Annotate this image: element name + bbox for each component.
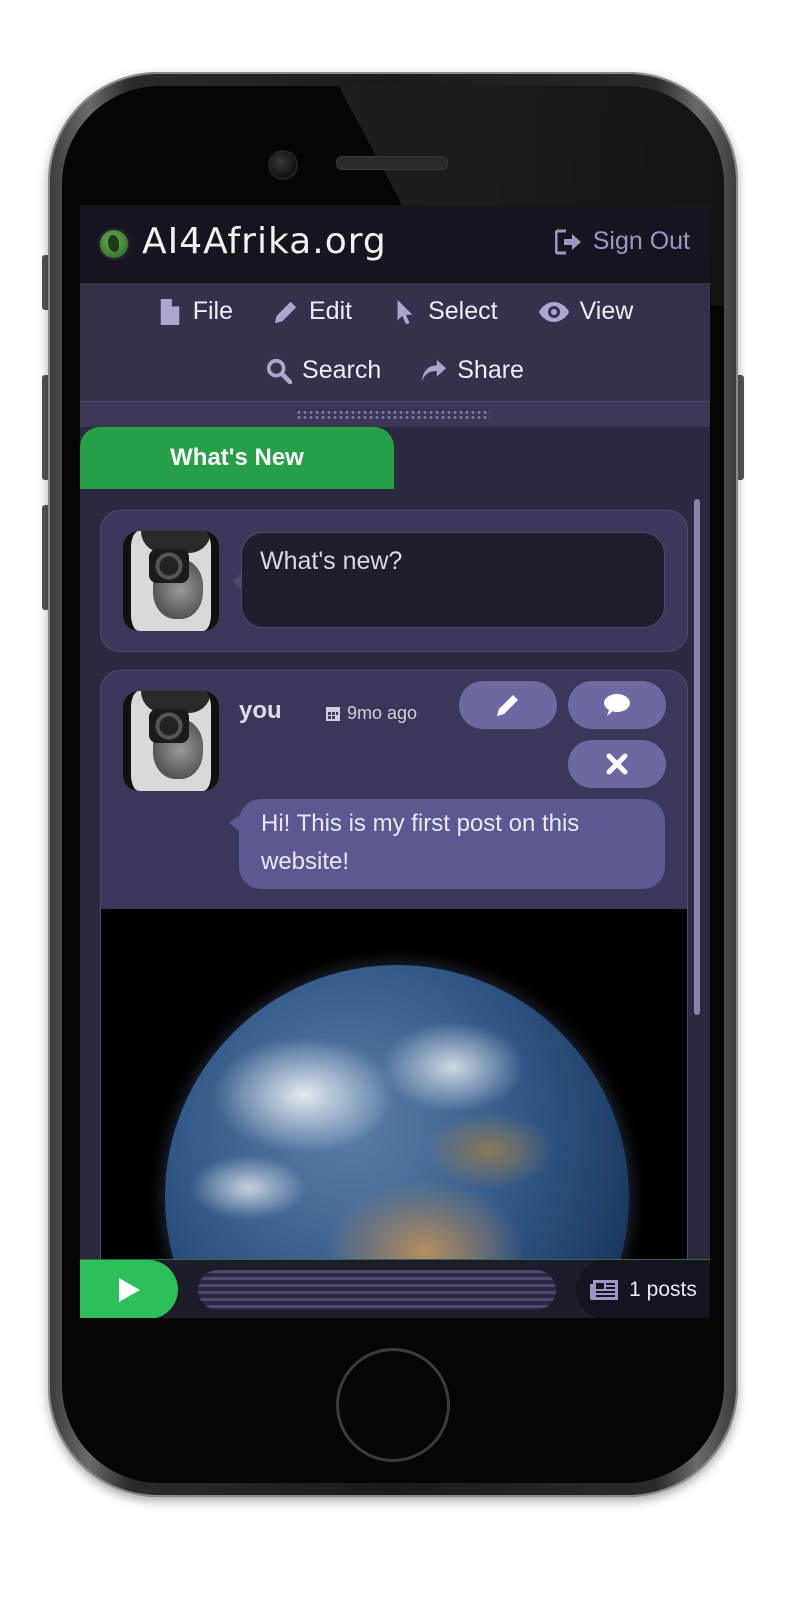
menu-row-1: File Edit Select View: [80, 297, 710, 326]
playback-progress[interactable]: [198, 1270, 556, 1310]
camera-lens-icon: [149, 549, 189, 583]
brand-title: AI4Afrika.org: [142, 221, 387, 262]
menu-select-label: Select: [428, 297, 498, 325]
post-author[interactable]: you: [239, 697, 282, 725]
globe-logo-icon: [98, 228, 130, 260]
avatar: [123, 531, 219, 631]
feed[interactable]: What's new? you 9mo ago Hi! This is my f…: [80, 489, 710, 1259]
earpiece-speaker: [336, 156, 448, 170]
menu-file-label: File: [192, 297, 233, 325]
close-icon: [606, 753, 628, 775]
newspaper-icon: [590, 1279, 619, 1300]
camera-lens-icon: [149, 709, 189, 743]
menu-select[interactable]: Select: [392, 297, 498, 326]
top-bar: AI4Afrika.org Sign Out: [80, 205, 710, 283]
post-avatar: [123, 691, 219, 791]
posts-count-badge[interactable]: 1 posts: [576, 1260, 710, 1318]
menu-bar: File Edit Select View Search Share: [80, 283, 710, 401]
home-button[interactable]: [336, 1348, 450, 1462]
menu-search[interactable]: Search: [266, 356, 381, 385]
pencil-icon: [274, 301, 297, 323]
comment-icon: [604, 694, 630, 716]
edit-post-button[interactable]: [459, 681, 557, 729]
tab-whats-new[interactable]: What's New: [80, 427, 394, 489]
post-card: you 9mo ago Hi! This is my first post on…: [100, 670, 688, 1259]
menu-share-label: Share: [457, 356, 524, 384]
eye-icon: [538, 301, 569, 322]
composer-input[interactable]: What's new?: [232, 532, 665, 628]
search-icon: [266, 358, 293, 384]
play-button[interactable]: [80, 1260, 178, 1318]
menu-edit-label: Edit: [308, 297, 353, 325]
feed-scrollbar[interactable]: [694, 499, 700, 1015]
delete-post-button[interactable]: [568, 740, 666, 788]
tab-bar: What's New: [80, 427, 710, 491]
menu-row-2: Search Share: [80, 356, 710, 385]
menu-search-label: Search: [302, 356, 382, 384]
menu-share[interactable]: Share: [421, 356, 524, 385]
post-timestamp: 9mo ago: [325, 703, 417, 724]
pencil-icon: [497, 695, 518, 716]
posts-count-label: 1 posts: [629, 1277, 697, 1301]
bottom-bar: 1 posts: [80, 1259, 710, 1318]
share-icon: [422, 359, 447, 381]
resize-handle[interactable]: [80, 401, 710, 429]
front-camera: [268, 150, 298, 180]
tab-whats-new-label: What's New: [170, 444, 304, 471]
earth-image: [165, 965, 629, 1259]
sign-out-icon: [554, 229, 581, 254]
grip-dots-icon: [296, 410, 490, 420]
menu-file[interactable]: File: [157, 297, 233, 326]
sign-out-label: Sign Out: [592, 227, 690, 255]
composer-placeholder: What's new?: [260, 547, 403, 575]
comment-button[interactable]: [568, 681, 666, 729]
app-screen: AI4Afrika.org Sign Out File Edit Select: [80, 205, 710, 1318]
post-composer: What's new?: [100, 510, 688, 652]
play-icon: [119, 1277, 140, 1302]
post-time-label: 9mo ago: [347, 703, 418, 723]
calendar-icon: [326, 705, 340, 721]
file-icon: [160, 298, 179, 325]
post-text: Hi! This is my first post on this websit…: [229, 799, 665, 889]
menu-view-label: View: [579, 297, 634, 325]
menu-view[interactable]: View: [538, 297, 634, 326]
cursor-icon: [397, 299, 413, 324]
post-image[interactable]: [101, 909, 687, 1259]
menu-edit[interactable]: Edit: [273, 297, 352, 326]
sign-out-button[interactable]: Sign Out: [554, 227, 690, 256]
